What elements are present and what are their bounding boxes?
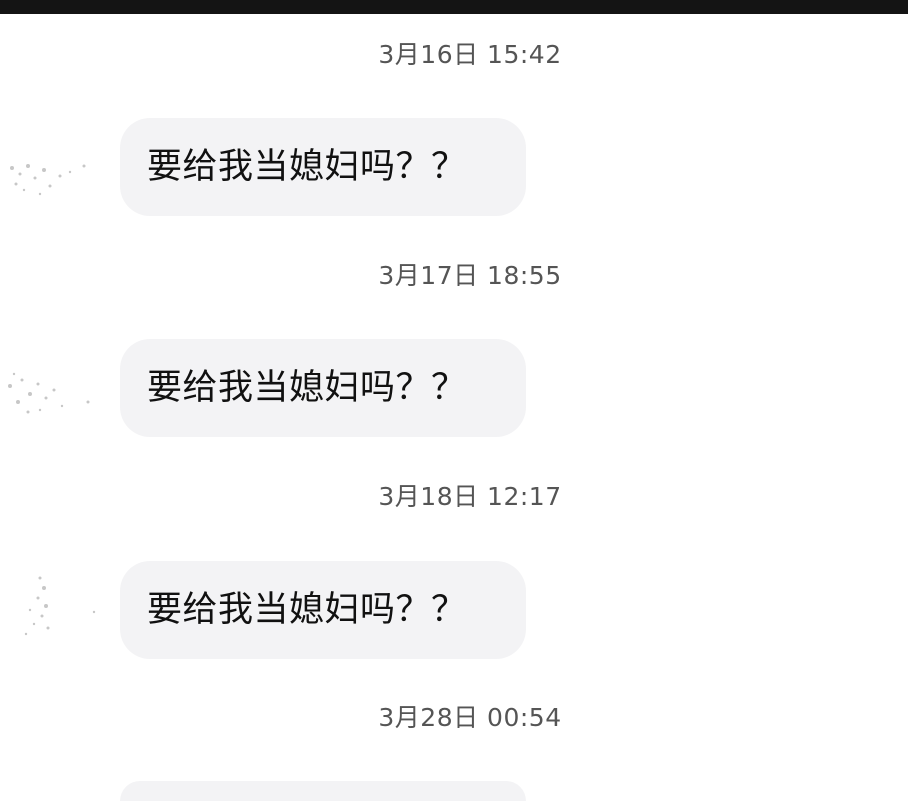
message-bubble[interactable] (120, 781, 526, 801)
sender-avatar-icon[interactable] (0, 568, 96, 648)
message-bubble[interactable]: 要给我当媳妇吗？？ (120, 339, 526, 437)
message-timestamp: 3月17日 18:55 (378, 261, 562, 290)
sender-avatar-icon[interactable] (0, 128, 96, 208)
status-bar (0, 0, 908, 14)
message-bubble[interactable]: 要给我当媳妇吗？？ (120, 118, 526, 216)
message-timestamp: 3月16日 15:42 (378, 40, 562, 69)
message-timestamp: 3月28日 00:54 (378, 703, 562, 732)
sender-avatar-icon[interactable] (0, 350, 96, 430)
message-bubble[interactable]: 要给我当媳妇吗？？ (120, 561, 526, 659)
chat-screen: 3月16日 15:42 要给我当媳妇吗？？ 3月17日 18:55 要给我当媳妇… (0, 0, 908, 801)
message-timestamp: 3月18日 12:17 (378, 482, 562, 511)
